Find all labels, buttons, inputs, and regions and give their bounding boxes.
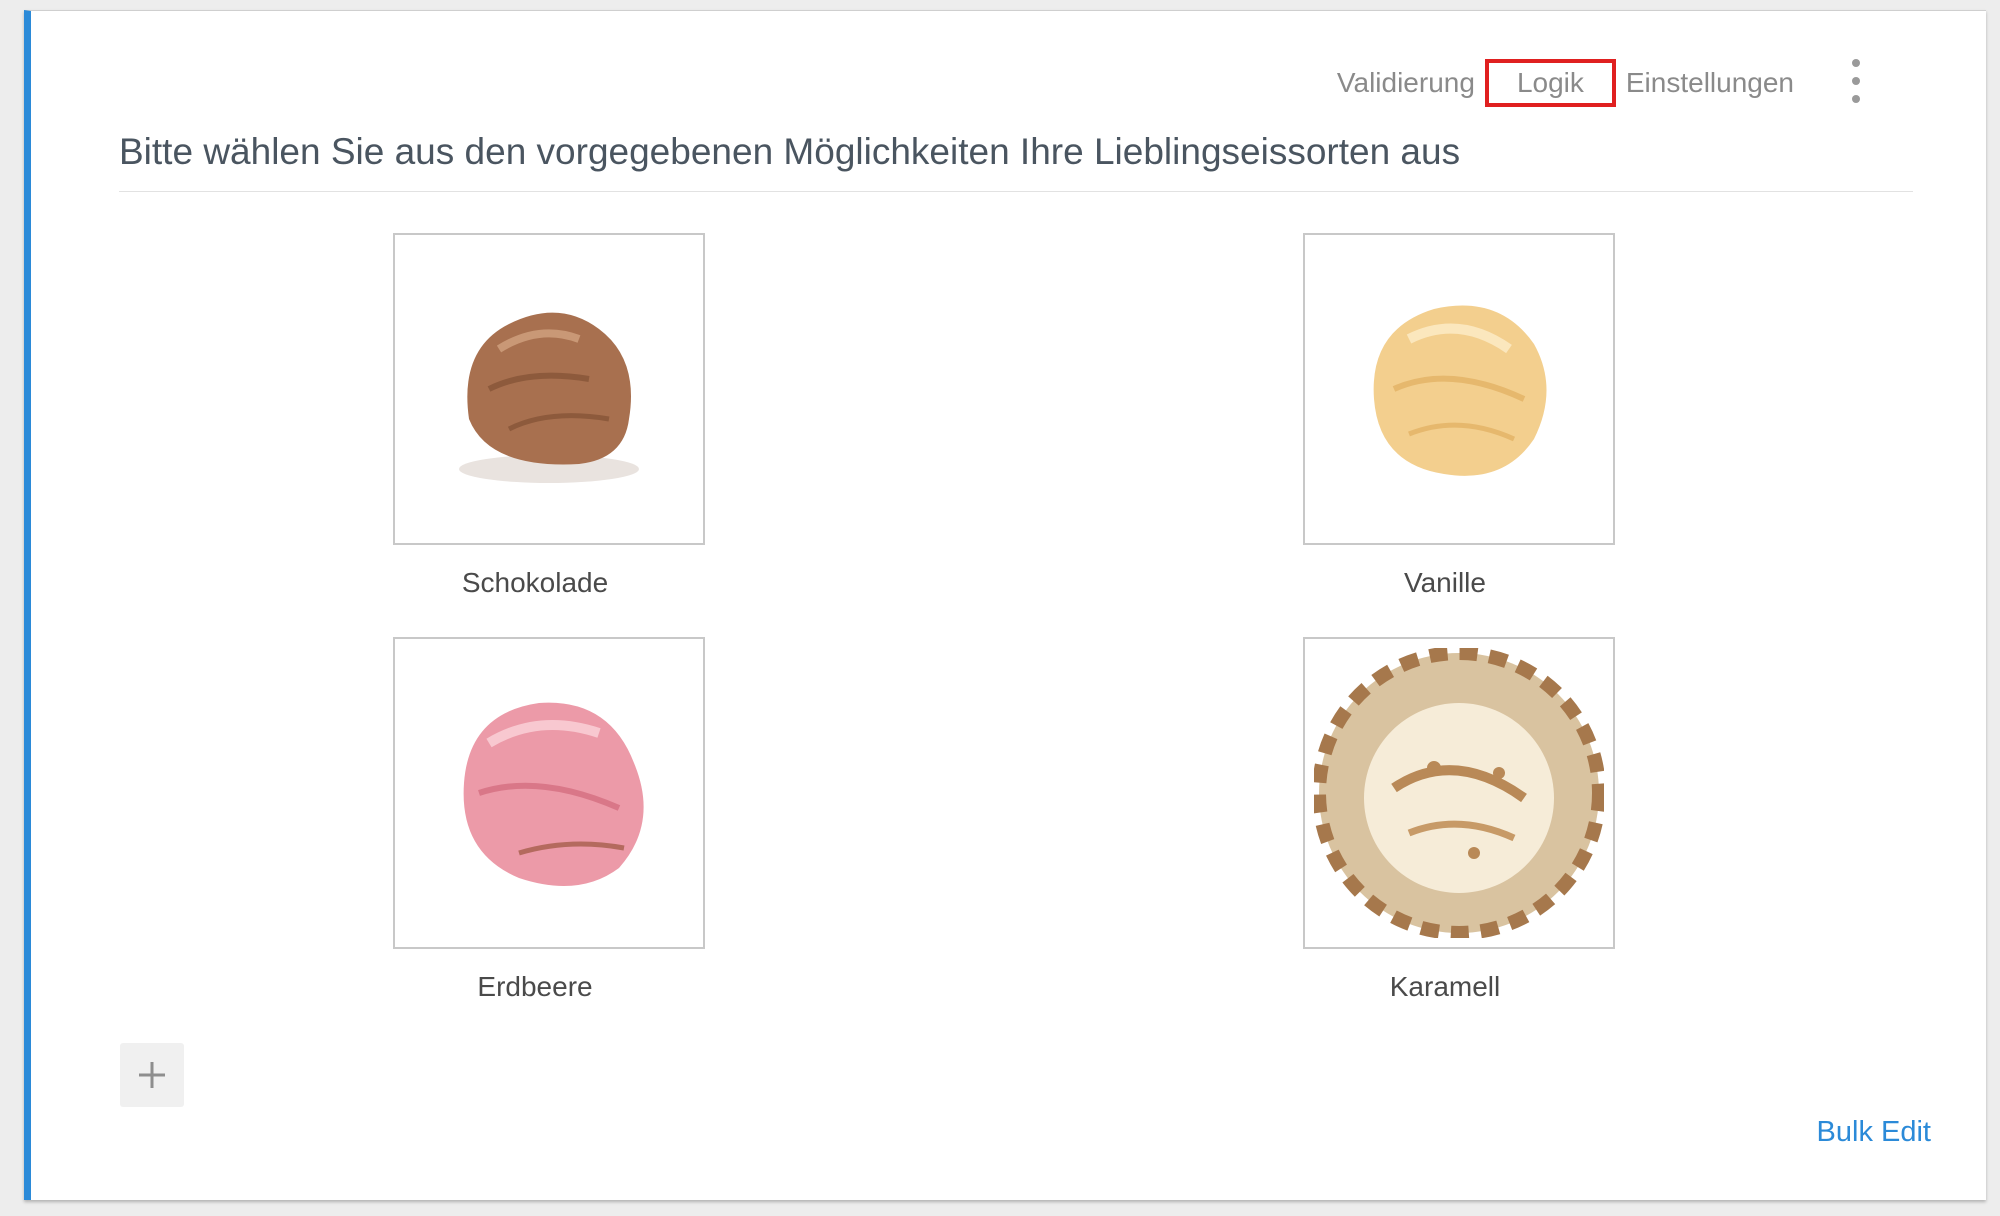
choice-erdbeere[interactable]: Erdbeere xyxy=(393,637,705,1003)
choice-image-frame[interactable] xyxy=(1303,233,1615,545)
more-options-icon[interactable] xyxy=(1844,59,1868,103)
question-toolbar: Validierung Logik Einstellungen xyxy=(1325,59,1806,107)
add-choice-button[interactable] xyxy=(120,1043,184,1107)
more-dot xyxy=(1852,59,1860,67)
choice-label: Erdbeere xyxy=(477,971,593,1002)
question-title: Bitte wählen Sie aus den vorgegebenen Mö… xyxy=(119,131,1461,172)
tab-validierung[interactable]: Validierung xyxy=(1325,61,1487,105)
ice-cream-scoop-icon xyxy=(1373,305,1547,476)
question-card: Validierung Logik Einstellungen Bitte wä… xyxy=(24,10,1986,1200)
choice-image-frame[interactable] xyxy=(393,637,705,949)
choice-image-frame[interactable] xyxy=(1303,637,1615,949)
plus-icon xyxy=(139,1062,165,1088)
tab-logik[interactable]: Logik xyxy=(1484,59,1616,107)
ice-cream-scoop-icon xyxy=(1314,648,1604,938)
choice-schokolade[interactable]: Schokolade xyxy=(393,233,705,599)
choice-image-frame[interactable] xyxy=(393,233,705,545)
choice-label: Karamell xyxy=(1389,971,1501,1002)
bulk-edit-link[interactable]: Bulk Edit xyxy=(1817,1116,1931,1149)
more-dot xyxy=(1852,95,1860,103)
ice-cream-scoop-icon xyxy=(459,312,639,483)
tab-einstellungen[interactable]: Einstellungen xyxy=(1614,61,1806,105)
choice-label: Schokolade xyxy=(461,567,609,598)
ice-cream-scoop-icon xyxy=(463,702,644,886)
choice-label: Vanille xyxy=(1404,567,1486,598)
choice-karamell[interactable]: Karamell xyxy=(1303,637,1615,1003)
choice-vanille[interactable]: Vanille xyxy=(1303,233,1615,599)
title-divider xyxy=(119,191,1913,192)
more-dot xyxy=(1852,77,1860,85)
